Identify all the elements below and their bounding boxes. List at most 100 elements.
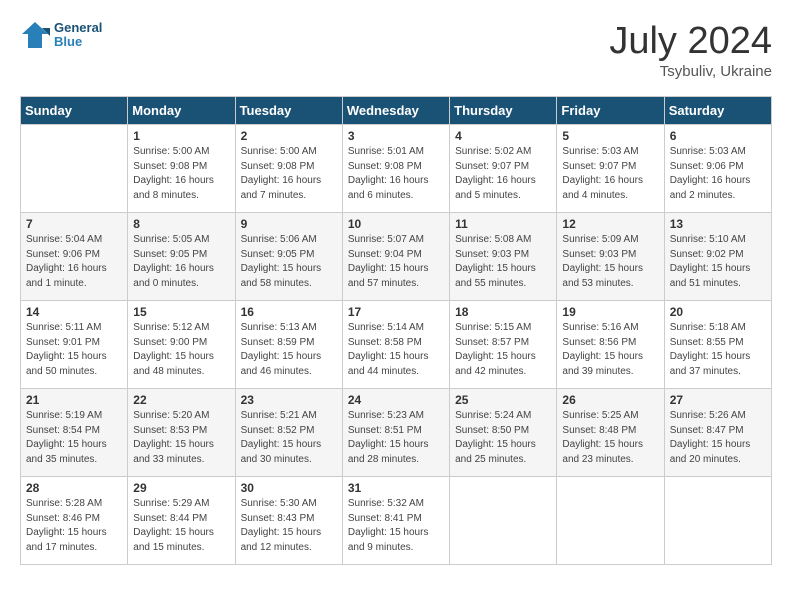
day-info: Sunrise: 5:25 AM Sunset: 8:48 PM Dayligh…	[562, 409, 658, 467]
day-cell: 17Sunrise: 5:14 AM Sunset: 8:58 PM Dayli…	[342, 301, 449, 389]
day-number: 29	[133, 481, 229, 495]
day-info: Sunrise: 5:09 AM Sunset: 9:03 PM Dayligh…	[562, 233, 658, 291]
day-info: Sunrise: 5:05 AM Sunset: 9:05 PM Dayligh…	[133, 233, 229, 291]
day-cell: 1Sunrise: 5:00 AM Sunset: 9:08 PM Daylig…	[128, 125, 235, 213]
day-number: 28	[26, 481, 122, 495]
day-number: 6	[670, 129, 766, 143]
calendar-table: SundayMondayTuesdayWednesdayThursdayFrid…	[20, 96, 772, 565]
day-cell: 24 Sunrise: 5:23 AM Sunset: 8:51 PM Dayli…	[342, 389, 449, 477]
day-info: Sunrise: 5:00 AM Sunset: 9:08 PM Dayligh…	[133, 145, 229, 203]
day-info: Sunrise: 5:12 AM Sunset: 9:00 PM Dayligh…	[133, 321, 229, 379]
day-cell: 31Sunrise: 5:32 AM Sunset: 8:41 PM Dayli…	[342, 477, 449, 565]
day-number: 10	[348, 217, 444, 231]
day-number: 12	[562, 217, 658, 231]
logo: General Blue	[20, 20, 102, 50]
day-number: 24	[348, 393, 444, 407]
day-number: 5	[562, 129, 658, 143]
day-cell: 9 Sunrise: 5:06 AM Sunset: 9:05 PM Daylig…	[235, 213, 342, 301]
day-cell: 8 Sunrise: 5:05 AM Sunset: 9:05 PM Daylig…	[128, 213, 235, 301]
day-number: 26	[562, 393, 658, 407]
day-cell: 18Sunrise: 5:15 AM Sunset: 8:57 PM Dayli…	[450, 301, 557, 389]
day-number: 2	[241, 129, 337, 143]
day-info: Sunrise: 5:28 AM Sunset: 8:46 PM Dayligh…	[26, 497, 122, 555]
col-header-friday: Friday	[557, 97, 664, 125]
subtitle: Tsybuliv, Ukraine	[609, 63, 772, 80]
day-cell: 2 Sunrise: 5:00 AM Sunset: 9:08 PM Daylig…	[235, 125, 342, 213]
day-info: Sunrise: 5:18 AM Sunset: 8:55 PM Dayligh…	[670, 321, 766, 379]
logo-blue: Blue	[54, 35, 102, 49]
day-number: 9	[241, 217, 337, 231]
day-cell	[450, 477, 557, 565]
week-row-5: 28 Sunrise: 5:28 AM Sunset: 8:46 PM Dayli…	[21, 477, 772, 565]
day-cell: 25Sunrise: 5:24 AM Sunset: 8:50 PM Dayli…	[450, 389, 557, 477]
day-info: Sunrise: 5:20 AM Sunset: 8:53 PM Dayligh…	[133, 409, 229, 467]
day-number: 21	[26, 393, 122, 407]
day-info: Sunrise: 5:10 AM Sunset: 9:02 PM Dayligh…	[670, 233, 766, 291]
day-cell: 13 Sunrise: 5:10 AM Sunset: 9:02 PM Dayli…	[664, 213, 771, 301]
day-info: Sunrise: 5:11 AM Sunset: 9:01 PM Dayligh…	[26, 321, 122, 379]
day-cell: 22 Sunrise: 5:20 AM Sunset: 8:53 PM Dayli…	[128, 389, 235, 477]
main-title: July 2024	[609, 20, 772, 63]
title-block: July 2024 Tsybuliv, Ukraine	[609, 20, 772, 80]
day-cell: 21 Sunrise: 5:19 AM Sunset: 8:54 PM Dayli…	[21, 389, 128, 477]
day-info: Sunrise: 5:06 AM Sunset: 9:05 PM Dayligh…	[241, 233, 337, 291]
day-number: 7	[26, 217, 122, 231]
day-info: Sunrise: 5:08 AM Sunset: 9:03 PM Dayligh…	[455, 233, 551, 291]
day-cell	[21, 125, 128, 213]
day-cell: 12 Sunrise: 5:09 AM Sunset: 9:03 PM Dayli…	[557, 213, 664, 301]
day-info: Sunrise: 5:16 AM Sunset: 8:56 PM Dayligh…	[562, 321, 658, 379]
page-header: General Blue July 2024 Tsybuliv, Ukraine	[20, 20, 772, 80]
day-info: Sunrise: 5:29 AM Sunset: 8:44 PM Dayligh…	[133, 497, 229, 555]
week-row-4: 21 Sunrise: 5:19 AM Sunset: 8:54 PM Dayli…	[21, 389, 772, 477]
day-cell: 4Sunrise: 5:02 AM Sunset: 9:07 PM Daylig…	[450, 125, 557, 213]
day-number: 23	[241, 393, 337, 407]
col-header-saturday: Saturday	[664, 97, 771, 125]
col-header-monday: Monday	[128, 97, 235, 125]
day-number: 18	[455, 305, 551, 319]
day-cell: 20Sunrise: 5:18 AM Sunset: 8:55 PM Dayli…	[664, 301, 771, 389]
day-info: Sunrise: 5:19 AM Sunset: 8:54 PM Dayligh…	[26, 409, 122, 467]
day-cell: 27Sunrise: 5:26 AM Sunset: 8:47 PM Dayli…	[664, 389, 771, 477]
day-number: 8	[133, 217, 229, 231]
day-info: Sunrise: 5:13 AM Sunset: 8:59 PM Dayligh…	[241, 321, 337, 379]
day-info: Sunrise: 5:26 AM Sunset: 8:47 PM Dayligh…	[670, 409, 766, 467]
day-number: 13	[670, 217, 766, 231]
day-cell: 28 Sunrise: 5:28 AM Sunset: 8:46 PM Dayli…	[21, 477, 128, 565]
day-cell: 6 Sunrise: 5:03 AM Sunset: 9:06 PM Daylig…	[664, 125, 771, 213]
day-number: 4	[455, 129, 551, 143]
day-info: Sunrise: 5:24 AM Sunset: 8:50 PM Dayligh…	[455, 409, 551, 467]
week-row-2: 7 Sunrise: 5:04 AM Sunset: 9:06 PM Daylig…	[21, 213, 772, 301]
day-number: 19	[562, 305, 658, 319]
day-cell: 23 Sunrise: 5:21 AM Sunset: 8:52 PM Dayli…	[235, 389, 342, 477]
day-info: Sunrise: 5:21 AM Sunset: 8:52 PM Dayligh…	[241, 409, 337, 467]
day-cell: 29 Sunrise: 5:29 AM Sunset: 8:44 PM Dayli…	[128, 477, 235, 565]
col-header-tuesday: Tuesday	[235, 97, 342, 125]
day-cell	[664, 477, 771, 565]
day-info: Sunrise: 5:01 AM Sunset: 9:08 PM Dayligh…	[348, 145, 444, 203]
col-header-sunday: Sunday	[21, 97, 128, 125]
week-row-1: 1Sunrise: 5:00 AM Sunset: 9:08 PM Daylig…	[21, 125, 772, 213]
day-info: Sunrise: 5:07 AM Sunset: 9:04 PM Dayligh…	[348, 233, 444, 291]
day-number: 30	[241, 481, 337, 495]
day-info: Sunrise: 5:04 AM Sunset: 9:06 PM Dayligh…	[26, 233, 122, 291]
header-row: SundayMondayTuesdayWednesdayThursdayFrid…	[21, 97, 772, 125]
day-number: 3	[348, 129, 444, 143]
day-info: Sunrise: 5:03 AM Sunset: 9:06 PM Dayligh…	[670, 145, 766, 203]
day-info: Sunrise: 5:03 AM Sunset: 9:07 PM Dayligh…	[562, 145, 658, 203]
day-cell: 11Sunrise: 5:08 AM Sunset: 9:03 PM Dayli…	[450, 213, 557, 301]
day-cell: 7 Sunrise: 5:04 AM Sunset: 9:06 PM Daylig…	[21, 213, 128, 301]
day-info: Sunrise: 5:00 AM Sunset: 9:08 PM Dayligh…	[241, 145, 337, 203]
day-cell: 15 Sunrise: 5:12 AM Sunset: 9:00 PM Dayli…	[128, 301, 235, 389]
day-number: 15	[133, 305, 229, 319]
day-number: 16	[241, 305, 337, 319]
col-header-wednesday: Wednesday	[342, 97, 449, 125]
day-info: Sunrise: 5:23 AM Sunset: 8:51 PM Dayligh…	[348, 409, 444, 467]
day-number: 17	[348, 305, 444, 319]
day-cell: 19 Sunrise: 5:16 AM Sunset: 8:56 PM Dayli…	[557, 301, 664, 389]
day-number: 22	[133, 393, 229, 407]
day-info: Sunrise: 5:32 AM Sunset: 8:41 PM Dayligh…	[348, 497, 444, 555]
col-header-thursday: Thursday	[450, 97, 557, 125]
logo-general: General	[54, 21, 102, 35]
day-info: Sunrise: 5:30 AM Sunset: 8:43 PM Dayligh…	[241, 497, 337, 555]
logo-bird-icon	[20, 20, 50, 50]
